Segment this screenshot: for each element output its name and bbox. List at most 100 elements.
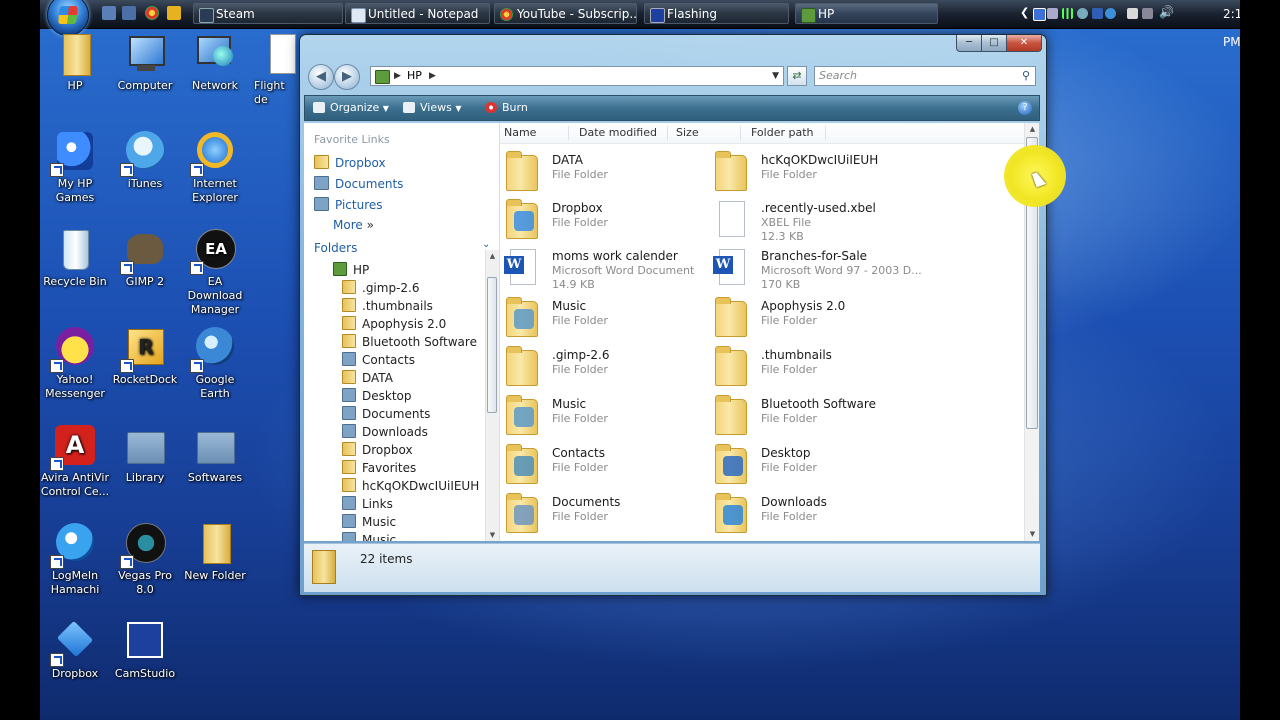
tree-node[interactable]: Music	[342, 531, 396, 541]
close-button[interactable]: ✕	[1006, 35, 1042, 52]
folders-header[interactable]: Folders	[314, 241, 357, 255]
refresh-button[interactable]: ⇄	[787, 66, 807, 86]
search-icon[interactable]: ⚲	[1022, 67, 1030, 85]
clock[interactable]: 2:10 PM	[1223, 0, 1240, 56]
desktop-icon-camstudio[interactable]: CamStudio	[110, 620, 180, 681]
desktop-icon-flight[interactable]: Flight de	[248, 32, 296, 107]
chevron-down-icon[interactable]: ⌄	[482, 239, 490, 250]
file-item[interactable]: .thumbnails File Folder	[713, 344, 918, 390]
file-item[interactable]: Downloads File Folder	[713, 491, 918, 537]
file-item[interactable]: hcKqOKDwcIUiIEUH File Folder	[713, 149, 918, 195]
chevron-right-icon[interactable]: ▶	[429, 67, 436, 85]
desktop-icon-hamachi[interactable]: LogMeIn Hamachi	[40, 522, 110, 597]
hamachi-tray-icon[interactable]	[1105, 8, 1116, 19]
desktop-icon-gimp[interactable]: GIMP 2	[110, 228, 180, 289]
tree-node[interactable]: Music	[342, 513, 396, 531]
show-desktop-icon[interactable]	[102, 6, 116, 20]
address-bar[interactable]: ▶ HP ▶ ▼	[370, 66, 784, 86]
desktop-icon-computer[interactable]: Computer	[110, 32, 180, 93]
favorite-link-dropbox[interactable]: Dropbox	[314, 155, 386, 170]
file-item[interactable]: Documents File Folder	[504, 491, 709, 537]
tree-node[interactable]: Desktop	[342, 387, 412, 405]
tree-node[interactable]: Documents	[342, 405, 430, 423]
desktop-icon-network[interactable]: Network	[180, 32, 250, 93]
organize-button[interactable]: Organize ▼	[313, 96, 389, 120]
forward-button[interactable]: ▶	[334, 64, 360, 90]
tree-node[interactable]: hcKqOKDwcIUiIEUH	[342, 477, 479, 495]
favorite-link-documents[interactable]: Documents	[314, 176, 403, 191]
tray-app-icon[interactable]	[1047, 8, 1058, 19]
tree-node[interactable]: .gimp-2.6	[342, 279, 420, 297]
desktop-icon-softwares[interactable]: Softwares	[180, 424, 250, 485]
file-item[interactable]: Dropbox File Folder	[504, 197, 709, 243]
minimize-button[interactable]: ─	[956, 35, 982, 52]
column-date-modified[interactable]: Date modified	[579, 123, 657, 143]
chevron-right-icon[interactable]: ▶	[394, 67, 401, 85]
file-item[interactable]: .recently-used.xbel XBEL File 12.3 KB	[713, 197, 918, 243]
bluetooth-icon[interactable]	[1092, 8, 1103, 19]
desktop-icon-internet-explorer[interactable]: Internet Explorer	[180, 130, 250, 205]
search-input[interactable]: Search ⚲	[814, 66, 1036, 86]
column-name[interactable]: Name	[504, 123, 536, 143]
scroll-thumb[interactable]	[487, 277, 497, 413]
task-hp[interactable]: HP	[795, 3, 938, 24]
file-item[interactable]: DATA File Folder	[504, 149, 709, 195]
chevron-down-icon[interactable]: ▼	[772, 67, 779, 85]
tree-node[interactable]: Dropbox	[342, 441, 413, 459]
file-item[interactable]: Apophysis 2.0 File Folder	[713, 295, 918, 341]
file-item[interactable]: Music File Folder	[504, 295, 709, 341]
favorite-link-more[interactable]: More »	[333, 218, 374, 232]
column-size[interactable]: Size	[676, 123, 699, 143]
switch-windows-icon[interactable]	[122, 6, 136, 20]
desktop-icon-itunes[interactable]: iTunes	[110, 130, 180, 191]
desktop-icon-yahoo-messenger[interactable]: Yahoo! Messenger	[40, 326, 110, 401]
volume-icon[interactable]: 🔊	[1159, 5, 1174, 19]
desktop-icon-google-earth[interactable]: Google Earth	[180, 326, 250, 401]
desktop-icon-dropbox[interactable]: Dropbox	[40, 620, 110, 681]
wifi-signal-icon[interactable]	[1062, 8, 1073, 19]
maximize-button[interactable]: □	[981, 35, 1007, 52]
tree-node[interactable]: DATA	[342, 369, 393, 387]
scroll-down-icon[interactable]: ▼	[1025, 528, 1039, 541]
breadcrumb[interactable]: HP	[407, 67, 422, 85]
tray-app-icon[interactable]	[1033, 8, 1046, 21]
file-item[interactable]: Music File Folder	[504, 393, 709, 439]
back-button[interactable]: ◀	[308, 64, 334, 90]
tree-node-hp[interactable]: HP	[333, 261, 369, 279]
network-icon[interactable]	[1142, 8, 1153, 19]
task-flashing[interactable]: Flashing	[644, 3, 789, 24]
task-youtube[interactable]: YouTube - Subscrip...	[494, 3, 637, 24]
file-item[interactable]: W Branches-for-Sale Microsoft Word 97 - 20…	[713, 245, 922, 291]
favorite-link-pictures[interactable]: Pictures	[314, 197, 383, 212]
desktop-icon-avira[interactable]: A Avira AntiVir Control Ce...	[40, 424, 110, 499]
desktop-icon-ea-download-manager[interactable]: EA EA Download Manager	[180, 228, 250, 317]
tree-node[interactable]: Links	[342, 495, 393, 513]
chrome-icon[interactable]	[145, 6, 159, 20]
file-item[interactable]: Contacts File Folder	[504, 442, 709, 488]
help-icon[interactable]: ?	[1018, 101, 1032, 115]
tree-node[interactable]: Apophysis 2.0	[342, 315, 446, 333]
tree-node[interactable]: Favorites	[342, 459, 416, 477]
scroll-up-icon[interactable]: ▲	[486, 250, 499, 262]
desktop-icon-my-hp-games[interactable]: My HP Games	[40, 130, 110, 205]
scroll-down-icon[interactable]: ▼	[486, 529, 499, 541]
file-item[interactable]: Desktop File Folder	[713, 442, 918, 488]
file-item[interactable]: .gimp-2.6 File Folder	[504, 344, 709, 390]
tree-node[interactable]: Downloads	[342, 423, 428, 441]
column-folder-path[interactable]: Folder path	[751, 123, 814, 143]
desktop-icon-library[interactable]: Library	[110, 424, 180, 485]
task-notepad[interactable]: Untitled - Notepad	[345, 3, 490, 24]
burn-button[interactable]: Burn	[485, 96, 528, 120]
desktop-icon-hp[interactable]: HP	[40, 32, 110, 93]
desktop-icon-recycle-bin[interactable]: Recycle Bin	[40, 228, 110, 289]
navigation-scrollbar[interactable]: ▲ ▼	[485, 250, 499, 541]
battery-icon[interactable]	[1127, 8, 1138, 19]
steam-tray-icon[interactable]	[1077, 8, 1088, 19]
task-steam[interactable]: Steam	[193, 3, 343, 24]
desktop-icon-rocketdock[interactable]: R RocketDock	[110, 326, 180, 387]
file-item[interactable]: Wmoms work calender Microsoft Word Docume…	[504, 245, 709, 291]
desktop-icon-new-folder[interactable]: New Folder	[180, 522, 250, 583]
tree-node[interactable]: Contacts	[342, 351, 415, 369]
tray-expand-icon[interactable]: ❮	[1020, 6, 1029, 19]
desktop-icon-vegas-pro[interactable]: Vegas Pro 8.0	[110, 522, 180, 597]
